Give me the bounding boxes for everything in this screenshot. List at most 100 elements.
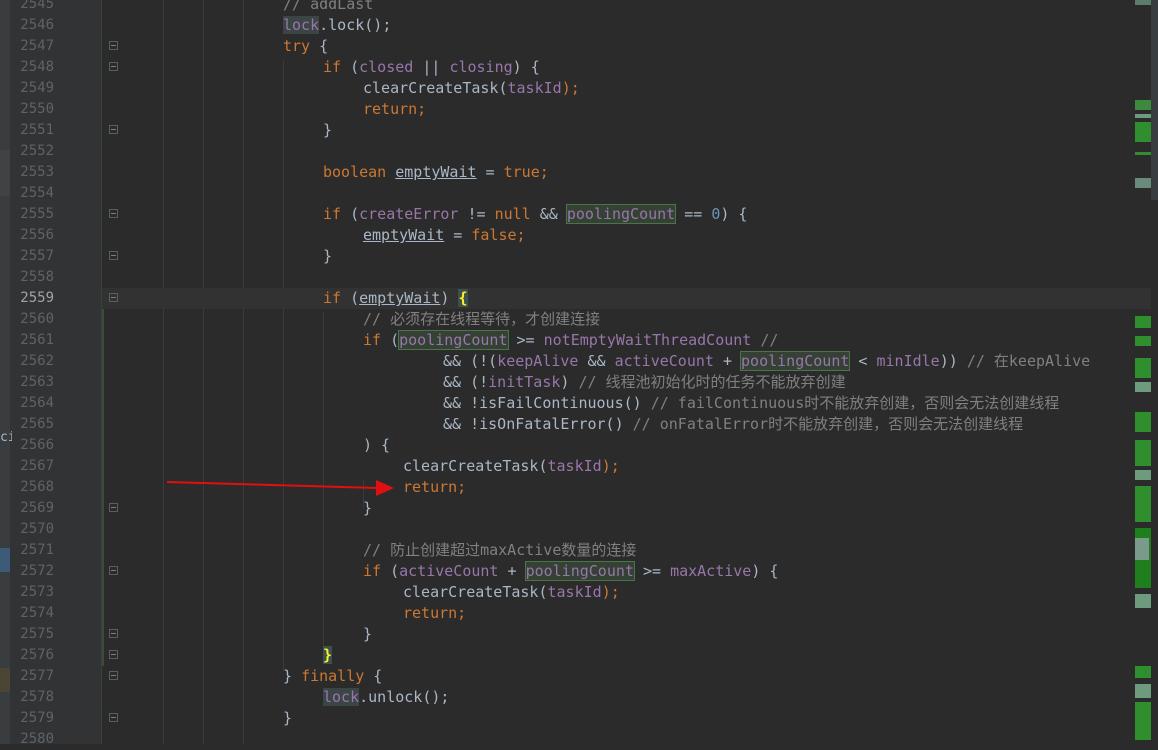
- error-stripe-mark[interactable]: [1135, 178, 1151, 188]
- line-number: 2578: [20, 689, 54, 705]
- code-keyword: if: [323, 289, 342, 307]
- error-stripe-mark[interactable]: [1135, 0, 1151, 5]
- error-stripe-mark[interactable]: [1135, 382, 1151, 392]
- code-keyword: null: [494, 205, 531, 223]
- line-number: 2571: [20, 542, 54, 558]
- line-number: 2580: [20, 731, 54, 747]
- code-text: clearCreateTask(: [363, 79, 508, 97]
- code-line: clearCreateTask(taskId);: [403, 456, 620, 477]
- line-number: 2554: [20, 185, 54, 201]
- line-number: 2548: [20, 59, 54, 75]
- line-number: 2567: [20, 458, 54, 474]
- line-number: 2577: [20, 668, 54, 684]
- fold-marker-icon[interactable]: [109, 566, 118, 575]
- error-stripe-mark[interactable]: [1135, 470, 1151, 480]
- matched-brace: {: [458, 289, 468, 307]
- code-field: closed: [359, 58, 414, 76]
- fold-marker-icon[interactable]: [109, 209, 118, 218]
- fold-marker-icon[interactable]: [109, 41, 118, 50]
- line-number: 2551: [20, 122, 54, 138]
- code-editor[interactable]: ci 2545 2546 2547 2548 2549 2550 2551 25…: [0, 0, 1158, 747]
- code-field: taskId: [547, 583, 602, 601]
- code-field: activeCount: [614, 352, 714, 370]
- indent-guide: [323, 312, 324, 652]
- code-text: clearCreateTask(: [403, 457, 548, 475]
- code-comment: // 线程池初始化时的任务不能放弃创建: [578, 373, 846, 391]
- line-number: 2570: [20, 521, 54, 537]
- code-line: && (!(keepAlive && activeCount + pooling…: [443, 351, 1090, 372]
- code-line: } finally {: [283, 666, 382, 687]
- code-line: // 防止创建超过maxActive数量的连接: [363, 540, 636, 561]
- line-number: 2572: [20, 563, 54, 579]
- fold-marker-icon[interactable]: [109, 629, 118, 638]
- error-stripe-mark[interactable]: [1135, 152, 1151, 155]
- line-number: 2573: [20, 584, 54, 600]
- fold-marker-icon[interactable]: [109, 503, 118, 512]
- code-keyword: return;: [403, 604, 467, 622]
- fold-marker-icon[interactable]: [109, 293, 118, 302]
- code-variable: emptyWait: [395, 163, 477, 181]
- code-line: && !isOnFatalError() // onFatalError时不能放…: [443, 414, 1023, 435]
- fold-marker-icon[interactable]: [109, 251, 118, 260]
- error-stripe-mark[interactable]: [1135, 316, 1151, 328]
- error-stripe-mark[interactable]: [1135, 114, 1151, 118]
- scrollbar-thumb[interactable]: [1151, 0, 1158, 200]
- code-line: && !isFailContinuous() // failContinuous…: [443, 393, 1059, 414]
- code-comment: // addLast: [283, 0, 374, 13]
- fold-marker-icon[interactable]: [109, 62, 118, 71]
- error-stripe-mark[interactable]: [1135, 486, 1151, 522]
- code-text: }: [323, 121, 333, 139]
- code-line: return;: [363, 99, 426, 120]
- code-line: }: [323, 645, 333, 666]
- error-stripe-mark[interactable]: [1135, 684, 1151, 698]
- left-panel-edge: [0, 0, 10, 744]
- code-text: }: [283, 667, 293, 685]
- fold-marker-icon[interactable]: [109, 713, 118, 722]
- error-stripe-mark[interactable]: [1135, 336, 1151, 346]
- code-text: ||: [413, 58, 450, 76]
- error-stripe-mark[interactable]: [1135, 122, 1151, 142]
- left-edge-marker: [0, 548, 10, 572]
- code-line: return;: [403, 603, 466, 624]
- code-text: >=: [507, 331, 544, 349]
- code-text: clearCreateTask(: [403, 583, 548, 601]
- code-punct: );: [601, 583, 620, 601]
- code-comment: // onFatalError时不能放弃创建，否则会无法创建线程: [632, 415, 1024, 433]
- error-stripe-mark[interactable]: [1135, 100, 1151, 110]
- code-keyword: boolean: [323, 163, 387, 181]
- code-text: .unlock();: [359, 688, 450, 706]
- code-field: taskId: [507, 79, 562, 97]
- code-keyword: try: [283, 37, 311, 55]
- code-variable: emptyWait: [359, 289, 441, 307]
- error-stripe-mark[interactable]: [1135, 440, 1151, 466]
- code-line: }: [363, 624, 372, 645]
- fold-marker-icon[interactable]: [109, 671, 118, 680]
- code-keyword: if: [323, 58, 342, 76]
- fold-marker-icon[interactable]: [109, 125, 118, 134]
- code-text: ) {: [512, 58, 540, 76]
- code-keyword: if: [363, 331, 382, 349]
- code-text: +: [713, 352, 742, 370]
- error-stripe-mark[interactable]: [1135, 412, 1151, 432]
- code-text: ==: [675, 205, 712, 223]
- error-stripe-mark[interactable]: [1135, 358, 1151, 378]
- line-number: 2547: [20, 38, 54, 54]
- code-text: ) {: [363, 436, 391, 454]
- code-line: if (poolingCount >= notEmptyWaitThreadCo…: [363, 330, 778, 351]
- error-stripe-mark[interactable]: [1135, 666, 1151, 678]
- code-line: clearCreateTask(taskId);: [403, 582, 620, 603]
- code-keyword: return;: [363, 100, 427, 118]
- line-number-current: 2559: [20, 290, 54, 306]
- arrow-head: [376, 480, 394, 496]
- fold-marker-icon[interactable]: [109, 650, 118, 659]
- code-text: )): [939, 352, 967, 370]
- error-stripe-mark[interactable]: [1135, 538, 1149, 560]
- indent-guide: [243, 0, 244, 744]
- code-text: {: [310, 37, 329, 55]
- code-text: && (!(: [443, 352, 498, 370]
- error-stripe-mark[interactable]: [1135, 594, 1151, 608]
- code-text: }: [363, 499, 373, 517]
- code-text: ) {: [720, 205, 748, 223]
- line-number: 2575: [20, 626, 54, 642]
- error-stripe-mark[interactable]: [1135, 702, 1151, 740]
